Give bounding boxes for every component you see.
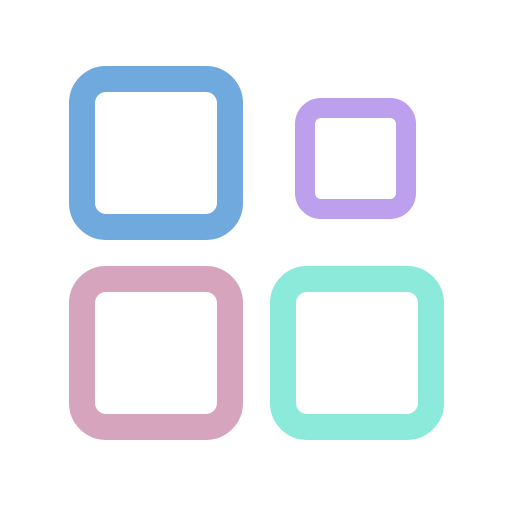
tile-top-left-icon	[69, 66, 243, 240]
app-grid-icon	[69, 66, 444, 440]
tile-bottom-left-icon	[69, 266, 243, 440]
tile-top-right-small-icon	[295, 98, 416, 219]
icon-canvas	[0, 0, 512, 512]
tile-bottom-right-icon	[270, 266, 444, 440]
